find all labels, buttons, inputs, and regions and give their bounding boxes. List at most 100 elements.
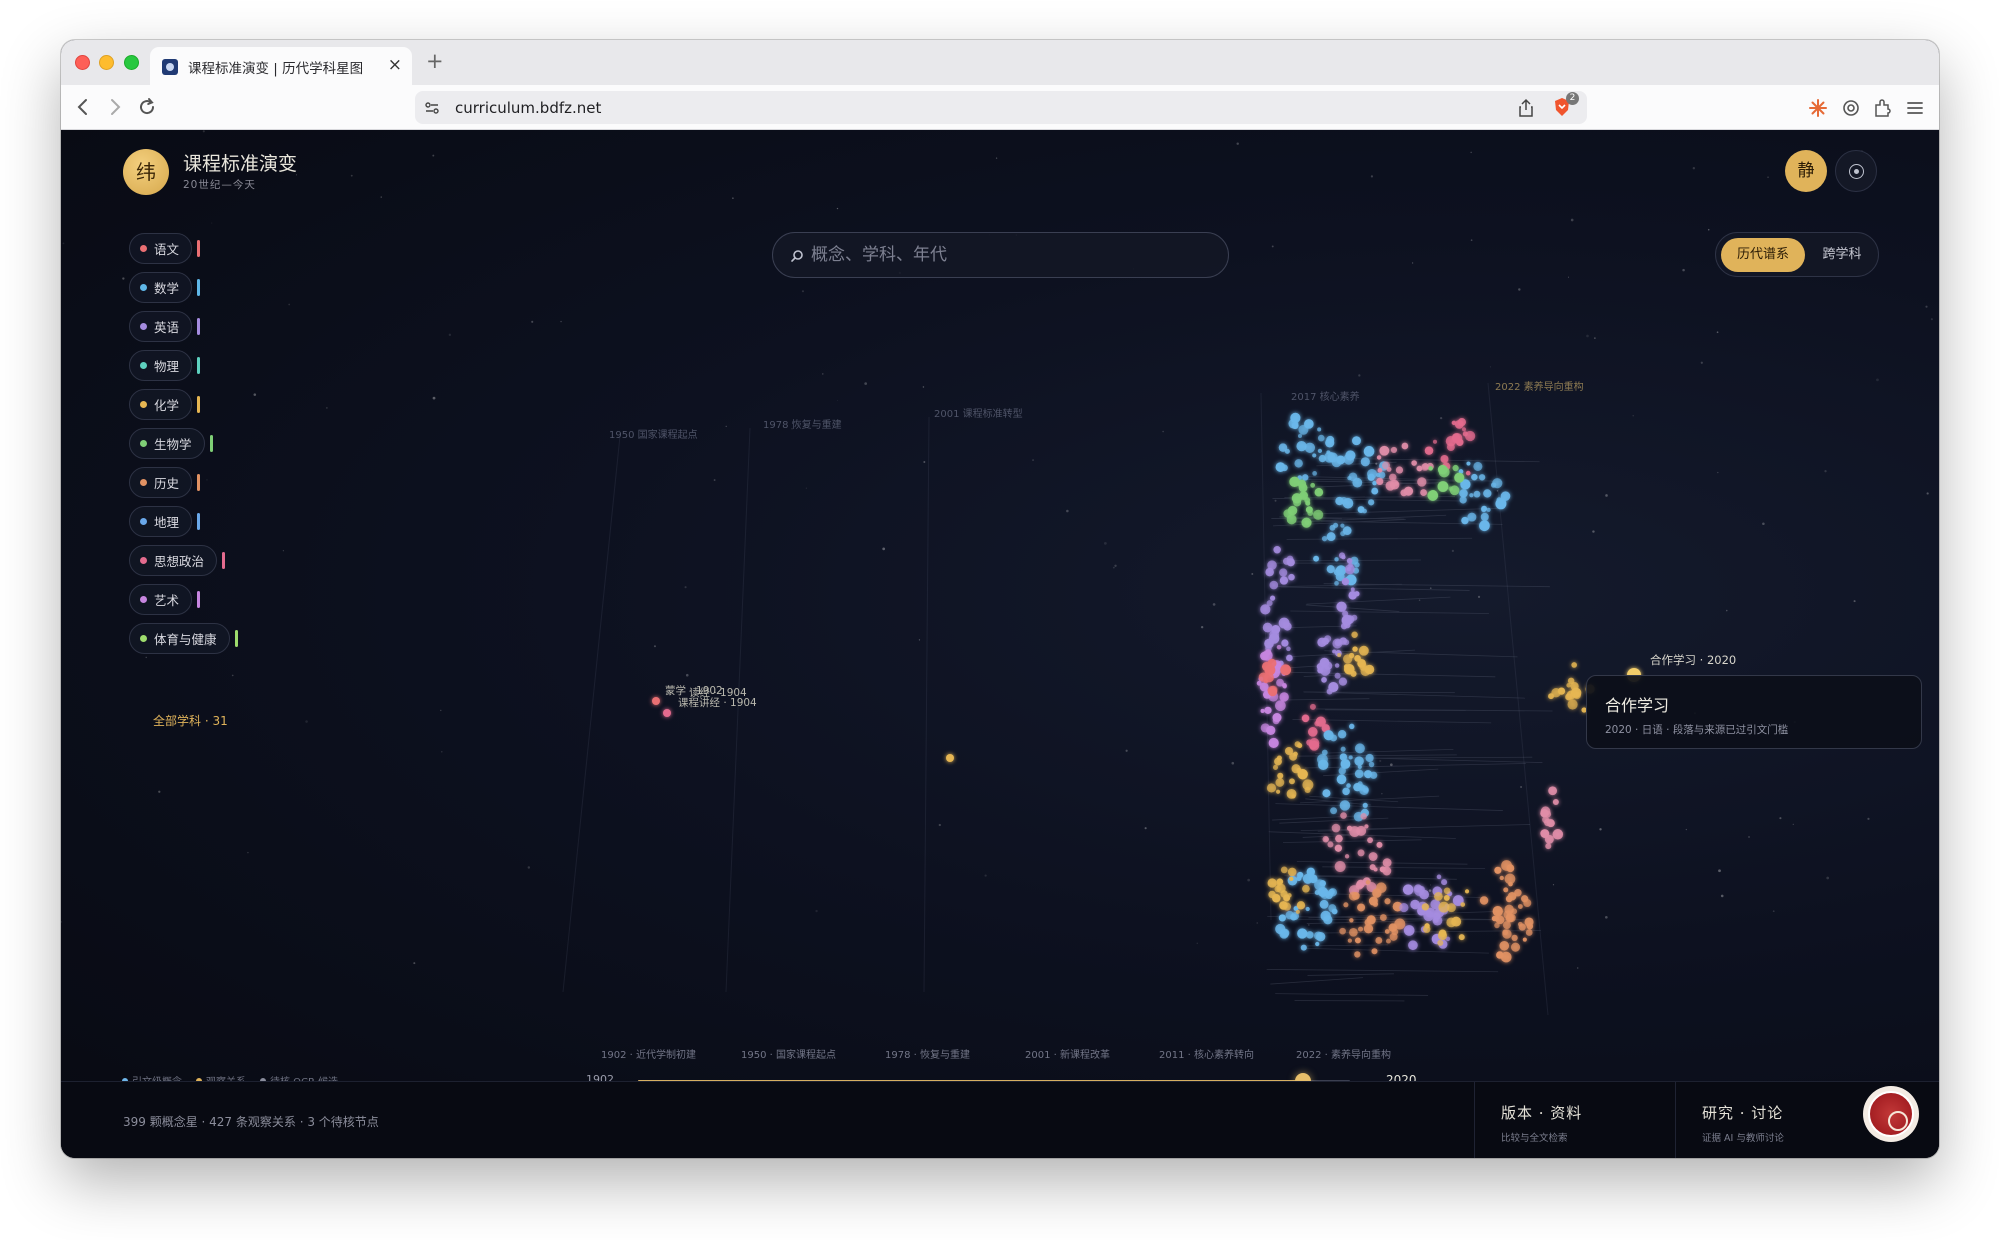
concept-star[interactable] [1342,497,1354,509]
subject-filter-item[interactable]: 历史 [129,467,238,498]
timeline-marker-label[interactable]: 1950 · 国家课程起点 [741,1046,836,1061]
subject-pill[interactable]: 体育与健康 [129,623,230,654]
site-settings-icon[interactable] [423,99,441,117]
subject-filter-item[interactable]: 数学 [129,272,238,303]
concept-star[interactable] [1267,560,1277,570]
early-concept-star[interactable] [663,709,671,717]
concept-star[interactable] [1465,470,1471,476]
concept-star[interactable] [1570,687,1582,699]
concept-star[interactable] [1389,473,1397,482]
concept-star[interactable] [1344,663,1355,675]
concept-star[interactable] [1272,717,1280,725]
url-text[interactable]: curriculum.bdfz.net [455,99,601,117]
concept-star[interactable] [1411,460,1417,466]
concept-star[interactable] [1297,871,1304,879]
concept-star[interactable] [1267,658,1277,668]
concept-star[interactable] [1565,693,1573,701]
concept-star[interactable] [1269,580,1279,590]
concept-star[interactable] [1443,894,1450,901]
concept-star[interactable] [1505,913,1515,923]
concept-galaxy[interactable]: 1950 国家课程起点 1978 恢复与重建 2001 课程标准转型 2017 核心素… [61,130,1939,1158]
concept-star[interactable] [1297,928,1308,939]
concept-star[interactable] [1328,904,1337,913]
subject-pill[interactable]: 物理 [129,350,193,381]
concept-star[interactable] [1267,878,1277,888]
concept-star[interactable] [1368,896,1378,906]
concept-star[interactable] [1317,434,1325,442]
concept-star[interactable] [1368,499,1375,506]
concept-star[interactable] [1428,466,1433,471]
concept-star[interactable] [1278,914,1286,922]
concept-star[interactable] [1417,477,1427,487]
concept-star[interactable] [1571,662,1578,668]
concept-star[interactable] [1321,535,1328,542]
concept-star[interactable] [1354,743,1365,754]
concept-star[interactable] [1492,478,1503,489]
extensions-icon[interactable] [1872,97,1894,119]
concept-star[interactable] [1368,761,1375,768]
concept-star[interactable] [1271,625,1281,634]
concept-star[interactable] [1349,928,1358,937]
concept-star[interactable] [1272,764,1279,770]
concept-star[interactable] [1423,925,1431,933]
concept-star[interactable] [1278,617,1290,629]
concept-star[interactable] [1354,756,1364,766]
concept-star[interactable] [1525,929,1533,936]
concept-star[interactable] [1507,891,1517,901]
concept-star[interactable] [1256,680,1262,686]
concept-star[interactable] [1452,464,1459,472]
concept-star[interactable] [1306,931,1314,939]
concept-star[interactable] [1288,573,1295,581]
concept-star[interactable] [1291,422,1299,430]
concept-star[interactable] [1372,888,1382,898]
concept-star[interactable] [1356,879,1365,889]
concept-star[interactable] [1364,664,1375,675]
forward-arrow-icon[interactable] [103,95,127,119]
concept-star[interactable] [1302,474,1309,481]
concept-star[interactable] [1276,644,1282,650]
concept-star[interactable] [1524,917,1534,927]
concept-star[interactable] [1336,601,1347,612]
concept-star[interactable] [1326,532,1336,542]
subject-pill[interactable]: 地理 [129,506,193,537]
concept-star[interactable] [1348,562,1353,568]
concept-star[interactable] [1302,884,1310,893]
subject-pill[interactable]: 语文 [129,233,193,264]
concept-star[interactable] [1461,516,1469,525]
quiet-mode-button[interactable]: 静 [1785,150,1827,192]
subject-pill[interactable]: 艺术 [129,584,193,615]
address-bar[interactable]: curriculum.bdfz.net 2 [415,91,1587,124]
timeline-marker-label[interactable]: 1902 · 近代学制初建 [601,1046,696,1061]
early-concept-star[interactable] [652,697,660,705]
concept-star[interactable] [1338,552,1346,559]
concept-star[interactable] [1321,677,1327,683]
concept-star[interactable] [1459,496,1467,504]
concept-star[interactable] [1349,723,1355,730]
concept-star[interactable] [1280,664,1292,676]
concept-star[interactable] [1348,755,1353,760]
concept-star[interactable] [1479,896,1489,905]
concept-star[interactable] [1309,703,1316,710]
concept-star[interactable] [1280,866,1288,874]
tab-cross-discipline[interactable]: 跨学科 [1810,238,1874,272]
concept-star[interactable] [1274,757,1282,766]
concept-star[interactable] [1480,512,1489,521]
concept-star[interactable] [1317,448,1323,454]
concept-star[interactable] [1469,493,1474,498]
concept-star[interactable] [1299,491,1308,500]
concept-star[interactable] [1331,823,1341,833]
concept-star[interactable] [1275,700,1286,712]
search-box[interactable] [772,232,1229,278]
concept-star[interactable] [1334,581,1339,586]
minimize-window-button[interactable] [99,55,114,70]
concept-star[interactable] [1343,639,1350,646]
subject-filter-item[interactable]: 生物学 [129,428,238,459]
concept-star[interactable] [1384,898,1391,905]
concept-star[interactable] [1362,787,1369,793]
subject-filter-item[interactable]: 体育与健康 [129,623,238,654]
concept-star[interactable] [1277,772,1284,779]
concept-star[interactable] [1326,435,1335,444]
concept-star[interactable] [1260,708,1265,713]
timeline-marker-label[interactable]: 2011 · 核心素养转向 [1159,1046,1254,1061]
concept-star[interactable] [1279,929,1289,939]
